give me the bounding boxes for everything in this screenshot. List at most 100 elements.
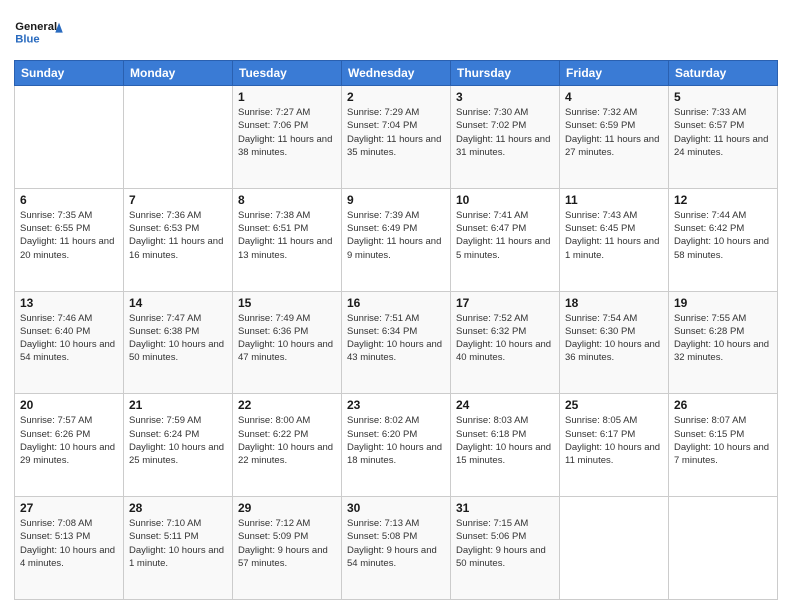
calendar-cell: 10 Sunrise: 7:41 AMSunset: 6:47 PMDayligh… [451, 188, 560, 291]
day-number: 13 [20, 296, 118, 310]
day-info: Sunrise: 7:46 AMSunset: 6:40 PMDaylight:… [20, 312, 118, 365]
day-info: Sunrise: 7:59 AMSunset: 6:24 PMDaylight:… [129, 414, 227, 467]
calendar-cell [15, 86, 124, 189]
day-info: Sunrise: 7:35 AMSunset: 6:55 PMDaylight:… [20, 209, 118, 262]
calendar-cell: 4 Sunrise: 7:32 AMSunset: 6:59 PMDaylight… [560, 86, 669, 189]
day-info: Sunrise: 7:41 AMSunset: 6:47 PMDaylight:… [456, 209, 554, 262]
weekday-header-sunday: Sunday [15, 61, 124, 86]
day-number: 18 [565, 296, 663, 310]
day-info: Sunrise: 7:33 AMSunset: 6:57 PMDaylight:… [674, 106, 772, 159]
day-number: 24 [456, 398, 554, 412]
calendar-cell: 30 Sunrise: 7:13 AMSunset: 5:08 PMDayligh… [342, 497, 451, 600]
day-number: 19 [674, 296, 772, 310]
day-number: 1 [238, 90, 336, 104]
day-number: 27 [20, 501, 118, 515]
day-number: 29 [238, 501, 336, 515]
day-info: Sunrise: 7:55 AMSunset: 6:28 PMDaylight:… [674, 312, 772, 365]
day-info: Sunrise: 7:44 AMSunset: 6:42 PMDaylight:… [674, 209, 772, 262]
calendar-cell: 19 Sunrise: 7:55 AMSunset: 6:28 PMDayligh… [669, 291, 778, 394]
day-info: Sunrise: 7:15 AMSunset: 5:06 PMDaylight:… [456, 517, 554, 570]
svg-text:General: General [15, 21, 57, 33]
day-number: 6 [20, 193, 118, 207]
day-number: 25 [565, 398, 663, 412]
weekday-header-tuesday: Tuesday [233, 61, 342, 86]
weekday-header-monday: Monday [124, 61, 233, 86]
day-number: 4 [565, 90, 663, 104]
day-number: 20 [20, 398, 118, 412]
calendar-cell: 3 Sunrise: 7:30 AMSunset: 7:02 PMDaylight… [451, 86, 560, 189]
calendar-cell: 20 Sunrise: 7:57 AMSunset: 6:26 PMDayligh… [15, 394, 124, 497]
calendar-cell: 21Sunrise: 7:59 AMSunset: 6:24 PMDayligh… [124, 394, 233, 497]
calendar-cell: 1 Sunrise: 7:27 AMSunset: 7:06 PMDaylight… [233, 86, 342, 189]
day-number: 3 [456, 90, 554, 104]
day-number: 5 [674, 90, 772, 104]
day-info: Sunrise: 7:29 AMSunset: 7:04 PMDaylight:… [347, 106, 445, 159]
svg-text:Blue: Blue [15, 34, 39, 46]
day-number: 7 [129, 193, 227, 207]
weekday-header-wednesday: Wednesday [342, 61, 451, 86]
day-info: Sunrise: 8:00 AMSunset: 6:22 PMDaylight:… [238, 414, 336, 467]
day-number: 28 [129, 501, 227, 515]
day-number: 12 [674, 193, 772, 207]
calendar-cell: 16 Sunrise: 7:51 AMSunset: 6:34 PMDayligh… [342, 291, 451, 394]
weekday-header-saturday: Saturday [669, 61, 778, 86]
calendar-cell: 7 Sunrise: 7:36 AMSunset: 6:53 PMDaylight… [124, 188, 233, 291]
calendar-cell: 22 Sunrise: 8:00 AMSunset: 6:22 PMDayligh… [233, 394, 342, 497]
calendar-cell: 28Sunrise: 7:10 AMSunset: 5:11 PMDayligh… [124, 497, 233, 600]
day-info: Sunrise: 7:13 AMSunset: 5:08 PMDaylight:… [347, 517, 445, 570]
calendar-cell: 26Sunrise: 8:07 AMSunset: 6:15 PMDayligh… [669, 394, 778, 497]
day-info: Sunrise: 7:49 AMSunset: 6:36 PMDaylight:… [238, 312, 336, 365]
day-info: Sunrise: 7:12 AMSunset: 5:09 PMDaylight:… [238, 517, 336, 570]
day-info: Sunrise: 7:39 AMSunset: 6:49 PMDaylight:… [347, 209, 445, 262]
day-number: 2 [347, 90, 445, 104]
day-info: Sunrise: 7:57 AMSunset: 6:26 PMDaylight:… [20, 414, 118, 467]
weekday-header-friday: Friday [560, 61, 669, 86]
day-info: Sunrise: 7:51 AMSunset: 6:34 PMDaylight:… [347, 312, 445, 365]
calendar-cell [560, 497, 669, 600]
weekday-header-thursday: Thursday [451, 61, 560, 86]
calendar-cell: 2 Sunrise: 7:29 AMSunset: 7:04 PMDaylight… [342, 86, 451, 189]
day-number: 8 [238, 193, 336, 207]
day-info: Sunrise: 7:36 AMSunset: 6:53 PMDaylight:… [129, 209, 227, 262]
day-info: Sunrise: 7:43 AMSunset: 6:45 PMDaylight:… [565, 209, 663, 262]
day-info: Sunrise: 7:27 AMSunset: 7:06 PMDaylight:… [238, 106, 336, 159]
day-number: 22 [238, 398, 336, 412]
logo-svg: General Blue [14, 12, 64, 52]
day-number: 30 [347, 501, 445, 515]
calendar: SundayMondayTuesdayWednesdayThursdayFrid… [14, 60, 778, 600]
calendar-cell: 31 Sunrise: 7:15 AMSunset: 5:06 PMDayligh… [451, 497, 560, 600]
day-info: Sunrise: 8:05 AMSunset: 6:17 PMDaylight:… [565, 414, 663, 467]
calendar-cell: 23 Sunrise: 8:02 AMSunset: 6:20 PMDayligh… [342, 394, 451, 497]
day-info: Sunrise: 8:03 AMSunset: 6:18 PMDaylight:… [456, 414, 554, 467]
day-info: Sunrise: 7:54 AMSunset: 6:30 PMDaylight:… [565, 312, 663, 365]
calendar-cell: 13 Sunrise: 7:46 AMSunset: 6:40 PMDayligh… [15, 291, 124, 394]
day-number: 23 [347, 398, 445, 412]
day-info: Sunrise: 7:38 AMSunset: 6:51 PMDaylight:… [238, 209, 336, 262]
logo: General Blue [14, 12, 64, 52]
day-number: 26 [674, 398, 772, 412]
calendar-cell: 25 Sunrise: 8:05 AMSunset: 6:17 PMDayligh… [560, 394, 669, 497]
calendar-cell: 14 Sunrise: 7:47 AMSunset: 6:38 PMDayligh… [124, 291, 233, 394]
calendar-cell: 9 Sunrise: 7:39 AMSunset: 6:49 PMDaylight… [342, 188, 451, 291]
calendar-cell [124, 86, 233, 189]
calendar-cell: 29 Sunrise: 7:12 AMSunset: 5:09 PMDayligh… [233, 497, 342, 600]
calendar-cell: 17Sunrise: 7:52 AMSunset: 6:32 PMDayligh… [451, 291, 560, 394]
day-info: Sunrise: 7:32 AMSunset: 6:59 PMDaylight:… [565, 106, 663, 159]
day-number: 17 [456, 296, 554, 310]
day-number: 15 [238, 296, 336, 310]
page-header: General Blue [14, 12, 778, 52]
day-number: 10 [456, 193, 554, 207]
day-number: 31 [456, 501, 554, 515]
calendar-cell: 18 Sunrise: 7:54 AMSunset: 6:30 PMDayligh… [560, 291, 669, 394]
day-number: 11 [565, 193, 663, 207]
calendar-cell: 8 Sunrise: 7:38 AMSunset: 6:51 PMDaylight… [233, 188, 342, 291]
day-number: 16 [347, 296, 445, 310]
calendar-cell: 15 Sunrise: 7:49 AMSunset: 6:36 PMDayligh… [233, 291, 342, 394]
day-number: 9 [347, 193, 445, 207]
calendar-cell: 12 Sunrise: 7:44 AMSunset: 6:42 PMDayligh… [669, 188, 778, 291]
day-info: Sunrise: 7:47 AMSunset: 6:38 PMDaylight:… [129, 312, 227, 365]
calendar-cell [669, 497, 778, 600]
day-info: Sunrise: 7:30 AMSunset: 7:02 PMDaylight:… [456, 106, 554, 159]
day-number: 14 [129, 296, 227, 310]
day-info: Sunrise: 8:02 AMSunset: 6:20 PMDaylight:… [347, 414, 445, 467]
